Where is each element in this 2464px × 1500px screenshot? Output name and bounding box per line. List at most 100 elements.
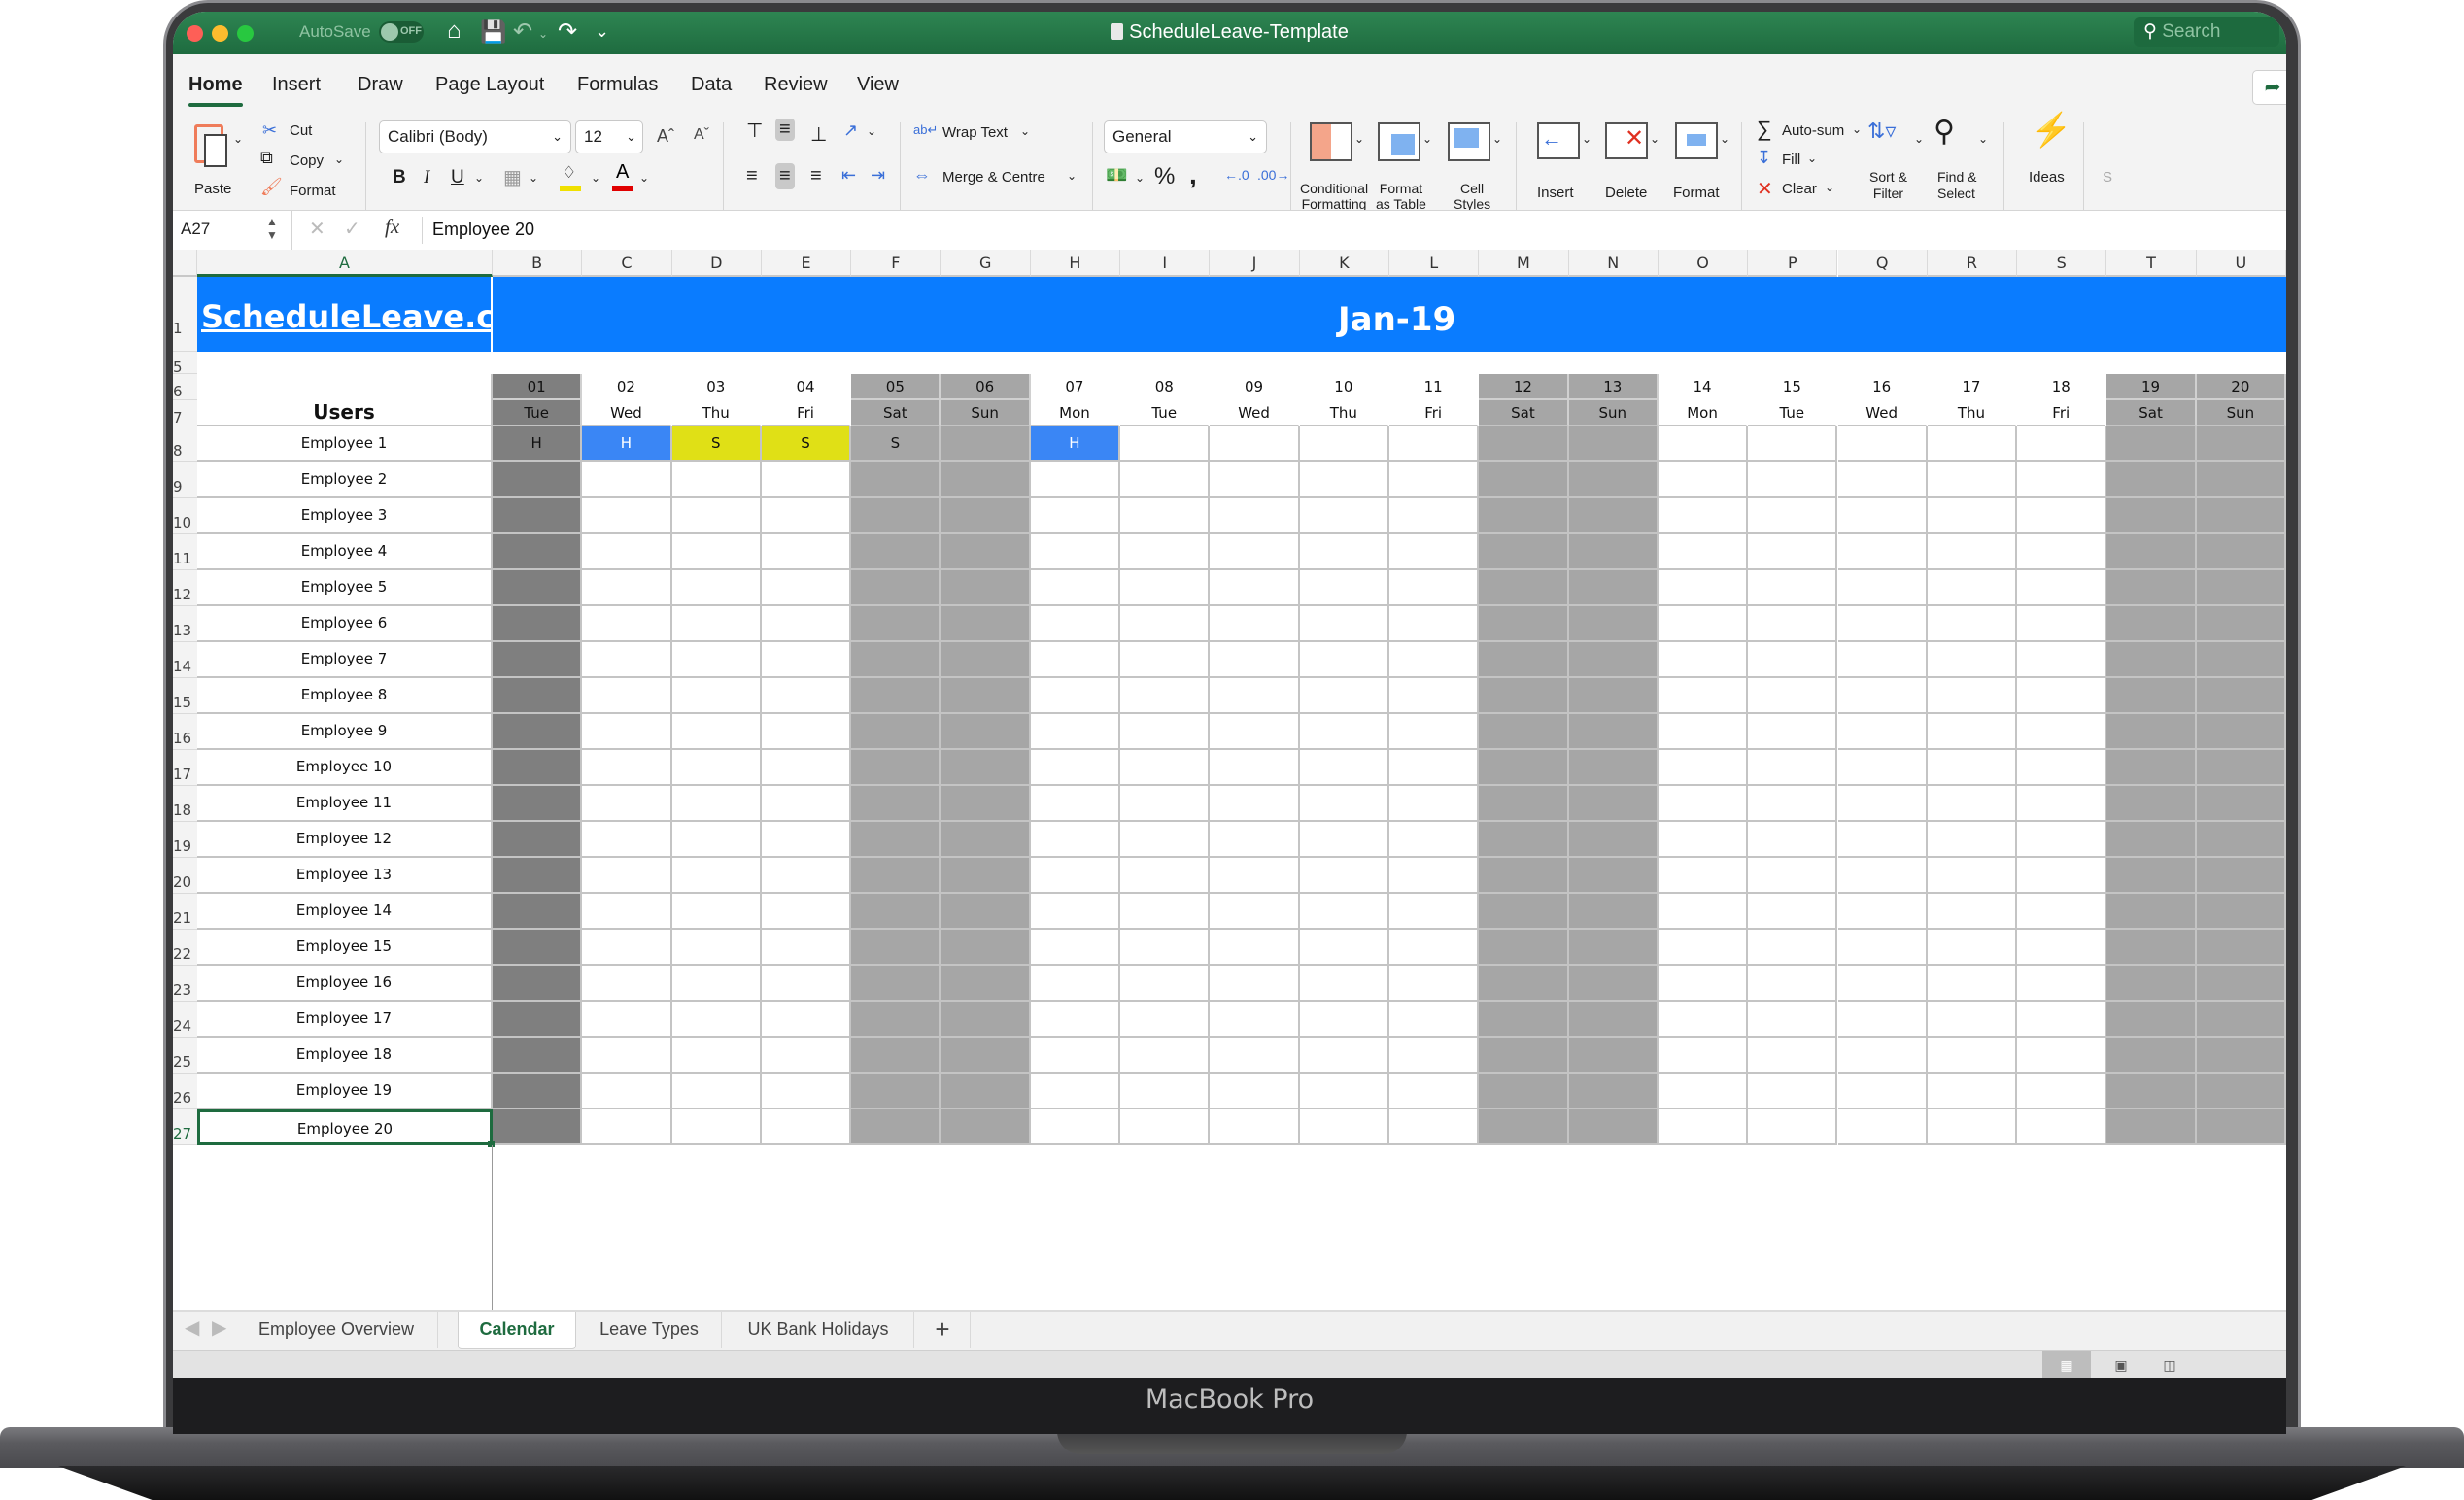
leave-cell[interactable] — [582, 570, 672, 606]
tab-review[interactable]: Review — [764, 74, 828, 96]
cancel-edit-icon[interactable]: ✕ — [309, 217, 325, 241]
leave-cell[interactable] — [1120, 498, 1211, 534]
leave-cell[interactable] — [851, 1074, 941, 1109]
leave-cell[interactable] — [1030, 534, 1121, 570]
leave-cell[interactable] — [1927, 750, 2018, 786]
leave-cell[interactable] — [1120, 966, 1211, 1002]
leave-cell[interactable] — [1030, 1002, 1121, 1038]
leave-cell[interactable] — [582, 894, 672, 930]
leave-cell[interactable] — [1568, 606, 1659, 642]
leave-cell[interactable] — [851, 750, 941, 786]
leave-cell[interactable] — [1389, 462, 1480, 498]
clear-button[interactable]: Clear — [1782, 181, 1817, 197]
leave-cell[interactable] — [761, 1038, 852, 1074]
leave-cell[interactable] — [2196, 1109, 2286, 1145]
leave-cell[interactable] — [671, 750, 762, 786]
leave-entry[interactable]: H — [1030, 426, 1121, 462]
merge-centre-dropdown-icon[interactable]: ⌄ — [1067, 169, 1077, 183]
leave-cell[interactable] — [1658, 786, 1749, 822]
leave-cell[interactable] — [1120, 534, 1211, 570]
align-middle-icon[interactable]: ≡ — [775, 119, 795, 141]
tab-formulas[interactable]: Formulas — [577, 74, 658, 96]
leave-cell[interactable] — [1927, 570, 2018, 606]
tab-draw[interactable]: Draw — [358, 74, 403, 96]
leave-cell[interactable] — [2017, 1002, 2107, 1038]
leave-cell[interactable] — [851, 606, 941, 642]
leave-entry[interactable]: H — [582, 426, 672, 462]
leave-cell[interactable] — [1299, 714, 1389, 750]
leave-cell[interactable] — [1479, 534, 1569, 570]
leave-cell[interactable] — [2106, 750, 2197, 786]
leave-cell[interactable] — [1837, 894, 1928, 930]
leave-cell[interactable] — [1299, 858, 1389, 894]
leave-cell[interactable] — [493, 678, 583, 714]
employee-name-cell[interactable]: Employee 6 — [197, 606, 493, 642]
leave-cell[interactable] — [1299, 606, 1389, 642]
column-header[interactable]: I — [1120, 250, 1211, 277]
leave-cell[interactable] — [582, 714, 672, 750]
leave-cell[interactable] — [1479, 930, 1569, 966]
leave-cell[interactable] — [1568, 462, 1659, 498]
leave-cell[interactable] — [1299, 966, 1389, 1002]
leave-cell[interactable] — [761, 822, 852, 858]
underline-button[interactable]: U — [451, 167, 464, 188]
leave-cell[interactable] — [671, 822, 762, 858]
leave-cell[interactable] — [851, 534, 941, 570]
delete-dropdown-icon[interactable]: ⌄ — [1650, 132, 1660, 146]
leave-cell[interactable] — [2196, 498, 2286, 534]
leave-cell[interactable] — [1658, 570, 1749, 606]
leave-cell[interactable] — [851, 498, 941, 534]
leave-cell[interactable] — [2106, 498, 2197, 534]
leave-cell[interactable] — [1030, 714, 1121, 750]
employee-name-cell[interactable]: Employee 15 — [197, 930, 493, 966]
leave-cell[interactable] — [1030, 1074, 1121, 1109]
leave-cell[interactable] — [1927, 498, 2018, 534]
leave-cell[interactable] — [1658, 534, 1749, 570]
leave-cell[interactable] — [1837, 642, 1928, 678]
leave-cell[interactable] — [941, 1038, 1031, 1074]
leave-cell[interactable] — [1837, 750, 1928, 786]
leave-cell[interactable] — [1030, 894, 1121, 930]
leave-cell[interactable] — [1748, 858, 1838, 894]
leave-cell[interactable] — [493, 894, 583, 930]
leave-cell[interactable] — [493, 1002, 583, 1038]
row-header[interactable]: 18 — [173, 786, 197, 822]
copy-icon[interactable]: ⧉ — [260, 148, 273, 168]
employee-name-cell[interactable]: Employee 2 — [197, 462, 493, 498]
leave-cell[interactable] — [671, 570, 762, 606]
leave-cell[interactable] — [1927, 822, 2018, 858]
leave-cell[interactable] — [493, 858, 583, 894]
leave-cell[interactable] — [1927, 930, 2018, 966]
insert-dropdown-icon[interactable]: ⌄ — [1582, 132, 1591, 146]
accounting-format-icon[interactable]: 💵 — [1106, 165, 1127, 186]
employee-name-cell[interactable]: Employee 13 — [197, 858, 493, 894]
leave-cell[interactable] — [2106, 966, 2197, 1002]
leave-cell[interactable] — [1927, 462, 2018, 498]
sheet-tab-employee-overview[interactable]: Employee Overview — [235, 1312, 438, 1348]
align-top-icon[interactable]: ⊤ — [746, 119, 763, 143]
leave-cell[interactable] — [1837, 678, 1928, 714]
leave-cell[interactable] — [1748, 570, 1838, 606]
leave-cell[interactable] — [1479, 606, 1569, 642]
column-header[interactable]: O — [1658, 250, 1749, 277]
column-header[interactable]: J — [1210, 250, 1300, 277]
leave-cell[interactable] — [671, 1038, 762, 1074]
leave-cell[interactable] — [1299, 678, 1389, 714]
leave-cell[interactable] — [1479, 642, 1569, 678]
employee-name-cell[interactable]: Employee 11 — [197, 786, 493, 822]
column-header[interactable]: M — [1479, 250, 1569, 277]
leave-cell[interactable] — [1030, 498, 1121, 534]
leave-cell[interactable] — [493, 786, 583, 822]
leave-cell[interactable] — [493, 498, 583, 534]
leave-cell[interactable] — [1837, 1074, 1928, 1109]
row-header[interactable]: 9 — [173, 462, 197, 498]
leave-cell[interactable] — [582, 606, 672, 642]
leave-cell[interactable] — [1748, 822, 1838, 858]
leave-cell[interactable] — [1210, 930, 1300, 966]
leave-cell[interactable] — [2106, 822, 2197, 858]
leave-cell[interactable] — [1120, 462, 1211, 498]
borders-icon[interactable]: ▦ — [503, 165, 522, 189]
sheet-tab-uk-bank-holidays[interactable]: UK Bank Holidays — [723, 1312, 914, 1348]
leave-cell[interactable] — [1299, 1002, 1389, 1038]
tab-data[interactable]: Data — [691, 74, 732, 96]
